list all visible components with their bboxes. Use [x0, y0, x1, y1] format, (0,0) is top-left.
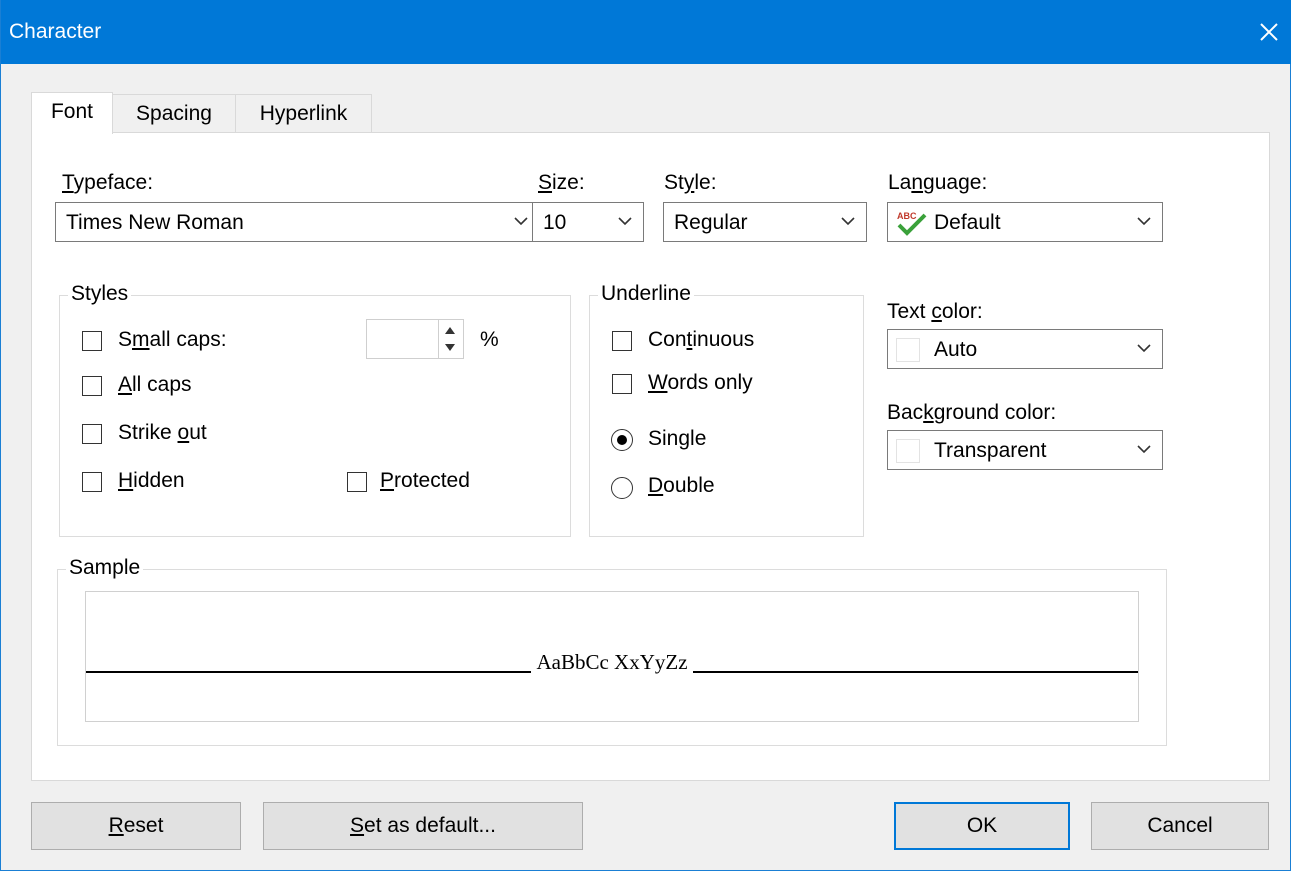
set-as-default-button[interactable]: Set as default... — [263, 802, 583, 850]
reset-button[interactable]: Reset — [31, 802, 241, 850]
small-caps-checkbox[interactable] — [82, 331, 102, 351]
spellcheck-icon: ABC — [897, 211, 927, 236]
chevron-down-icon — [514, 217, 528, 226]
continuous-label: Continuous — [648, 328, 755, 351]
chevron-down-icon — [1137, 344, 1151, 353]
small-caps-label: Small caps: — [118, 328, 227, 351]
font-tab-panel: Typeface: Times New Roman Size: 10 Style… — [31, 132, 1270, 781]
size-label: Size: — [538, 171, 585, 194]
words-only-checkbox[interactable] — [612, 374, 632, 394]
chevron-down-icon — [1137, 445, 1151, 454]
words-only-label: Words only — [648, 371, 753, 394]
underline-group: Underline Continuous Words only Single D… — [589, 282, 864, 537]
small-caps-percent-spinner[interactable] — [366, 319, 464, 359]
language-value: Default — [934, 211, 1001, 234]
styles-group: Styles Small caps: % All caps Strike out… — [59, 282, 571, 537]
size-value: 10 — [543, 211, 567, 234]
language-select[interactable]: ABC Default — [887, 202, 1163, 242]
background-color-label: Background color: — [887, 401, 1057, 424]
chevron-down-icon — [1137, 217, 1151, 226]
spinner-buttons — [438, 320, 463, 358]
sample-preview: AaBbCc XxYyZz — [85, 591, 1139, 722]
typeface-label: Typeface: — [62, 171, 154, 194]
chevron-down-icon — [841, 217, 855, 226]
title-bar: Character — [1, 0, 1291, 64]
cancel-button[interactable]: Cancel — [1091, 802, 1269, 850]
hidden-label: Hidden — [118, 469, 185, 492]
text-color-value: Auto — [934, 338, 978, 361]
spin-up-icon[interactable] — [443, 324, 457, 336]
strike-out-checkbox[interactable] — [82, 424, 102, 444]
radio-selected-dot — [617, 435, 627, 445]
continuous-checkbox[interactable] — [612, 331, 632, 351]
sample-group: Sample AaBbCc XxYyZz — [57, 556, 1167, 746]
strike-out-label: Strike out — [118, 421, 207, 444]
hidden-checkbox[interactable] — [82, 472, 102, 492]
tab-spacing[interactable]: Spacing — [112, 94, 236, 132]
sample-text: AaBbCc XxYyZz — [531, 650, 693, 674]
single-radio[interactable] — [611, 429, 633, 451]
styles-group-title: Styles — [68, 282, 132, 306]
single-label: Single — [648, 427, 707, 450]
style-select[interactable]: Regular — [663, 202, 867, 242]
spin-down-icon[interactable] — [443, 342, 457, 354]
protected-checkbox[interactable] — [347, 472, 367, 492]
close-button[interactable] — [1246, 0, 1291, 64]
text-color-label: Text color: — [887, 300, 983, 323]
language-label: Language: — [888, 171, 988, 194]
svg-text:ABC: ABC — [897, 211, 917, 221]
sample-group-title: Sample — [66, 556, 144, 580]
protected-label: Protected — [380, 469, 470, 492]
background-color-select[interactable]: Transparent — [887, 430, 1163, 470]
double-label: Double — [648, 474, 715, 497]
chevron-down-icon — [618, 217, 632, 226]
typeface-select[interactable]: Times New Roman — [55, 202, 540, 242]
color-swatch — [896, 439, 920, 463]
double-radio[interactable] — [611, 477, 633, 499]
background-color-value: Transparent — [934, 439, 1047, 462]
ok-button[interactable]: OK — [894, 802, 1070, 850]
size-select[interactable]: 10 — [532, 202, 644, 242]
character-dialog: Character Font Spacing Hyperlink Typefac… — [0, 0, 1291, 871]
all-caps-label: All caps — [118, 373, 192, 396]
all-caps-checkbox[interactable] — [82, 376, 102, 396]
tab-font[interactable]: Font — [31, 92, 113, 134]
style-label: Style: — [664, 171, 717, 194]
window-title: Character — [9, 20, 102, 43]
style-value: Regular — [674, 211, 748, 234]
text-color-select[interactable]: Auto — [887, 329, 1163, 369]
percent-unit: % — [480, 328, 499, 351]
tab-hyperlink[interactable]: Hyperlink — [235, 94, 372, 132]
sample-text-wrap: AaBbCc XxYyZz — [86, 650, 1138, 675]
underline-group-title: Underline — [598, 282, 694, 306]
close-icon — [1260, 23, 1278, 41]
typeface-value: Times New Roman — [66, 211, 244, 234]
color-swatch — [896, 338, 920, 362]
